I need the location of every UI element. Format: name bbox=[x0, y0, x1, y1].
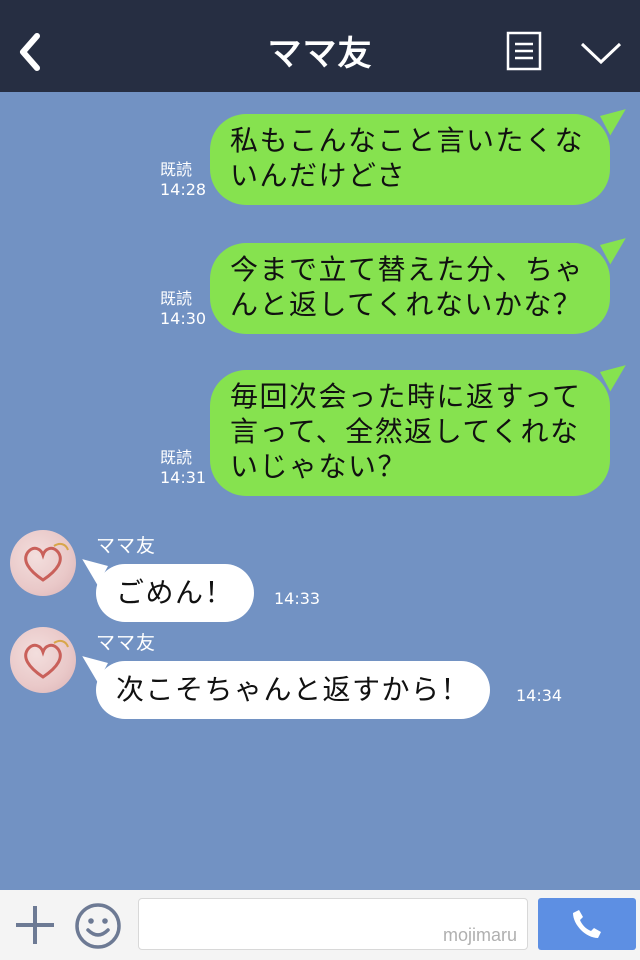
message-time: 14:30 bbox=[160, 309, 207, 328]
message-time: 14:28 bbox=[160, 180, 207, 199]
add-attachment-button[interactable] bbox=[14, 904, 56, 946]
avatar[interactable] bbox=[10, 530, 76, 596]
list-icon bbox=[506, 31, 542, 71]
incoming-message-bubble[interactable]: 次こそちゃんと返すから！ bbox=[96, 661, 491, 719]
phone-icon bbox=[573, 910, 601, 938]
outgoing-message-bubble[interactable]: 毎回次会った時に返すって言って、全然返してくれないじゃない？ bbox=[210, 370, 610, 496]
emoji-button[interactable] bbox=[74, 902, 122, 950]
sender-name: ママ友 bbox=[96, 632, 157, 654]
incoming-message-bubble[interactable]: ごめん！ bbox=[96, 564, 255, 622]
call-button[interactable] bbox=[538, 898, 636, 950]
message-list[interactable]: 既読 14:28 私もこんなこと言いたくないんだけどさ 既読 14:30 今まで… bbox=[0, 92, 640, 890]
avatar[interactable] bbox=[10, 627, 76, 693]
message-input[interactable]: mojimaru bbox=[138, 898, 528, 950]
chat-header: ママ友 bbox=[0, 0, 640, 92]
message-text: 今まで立て替えた分、ちゃんと返してくれないかな？ bbox=[230, 253, 585, 321]
message-time: 14:33 bbox=[274, 589, 321, 608]
menu-button[interactable] bbox=[506, 31, 542, 71]
plus-icon bbox=[16, 906, 54, 944]
smiley-icon bbox=[75, 903, 121, 949]
watermark-text: mojimaru bbox=[442, 925, 517, 945]
heart-avatar-image bbox=[24, 542, 69, 582]
input-bar: mojimaru bbox=[0, 890, 640, 960]
message-text: 毎回次会った時に返すって言って、全然返してくれないじゃない？ bbox=[230, 380, 582, 483]
message-text: 次こそちゃんと返すから！ bbox=[116, 673, 471, 706]
outgoing-message-bubble[interactable]: 私もこんなこと言いたくないんだけどさ bbox=[210, 114, 610, 205]
message-time: 14:34 bbox=[516, 686, 563, 705]
chat-title: ママ友 bbox=[267, 34, 373, 74]
outgoing-message-bubble[interactable]: 今まで立て替えた分、ちゃんと返してくれないかな？ bbox=[210, 243, 610, 334]
message-text: 私もこんなこと言いたくないんだけどさ bbox=[230, 124, 585, 192]
collapse-button[interactable] bbox=[578, 38, 624, 68]
chevron-down-icon bbox=[580, 42, 622, 65]
message-text: ごめん！ bbox=[116, 576, 235, 609]
sender-name: ママ友 bbox=[96, 535, 157, 557]
heart-avatar-image bbox=[24, 639, 69, 679]
